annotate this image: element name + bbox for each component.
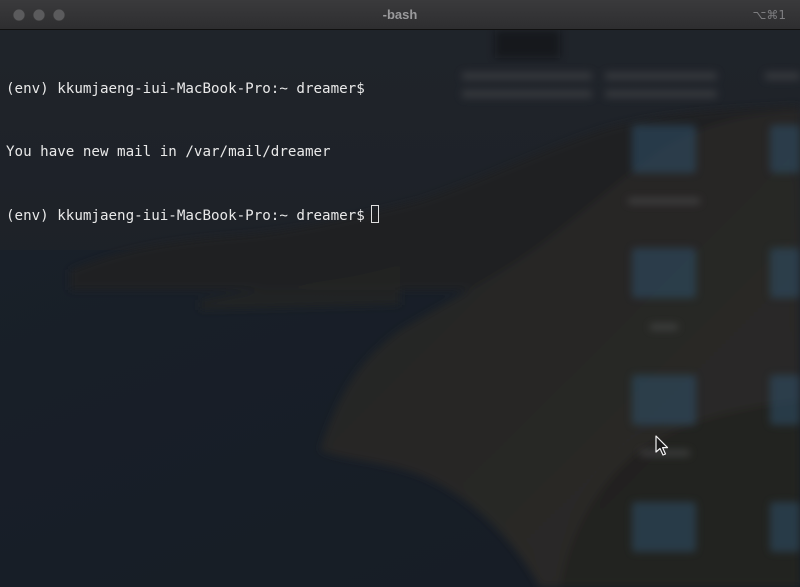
window-title: -bash — [382, 7, 418, 22]
prompt-text: (env) kkumjaeng-iui-MacBook-Pro:~ dreame… — [6, 208, 365, 224]
terminal-line: (env) kkumjaeng-iui-MacBook-Pro:~ dreame… — [6, 79, 379, 100]
window-shortcut: ⌥⌘1 — [752, 8, 786, 22]
terminal-content[interactable]: (env) kkumjaeng-iui-MacBook-Pro:~ dreame… — [0, 30, 800, 587]
output-text: You have new mail in /var/mail/dreamer — [6, 144, 331, 160]
prompt-text: (env) kkumjaeng-iui-MacBook-Pro:~ dreame… — [6, 81, 365, 97]
terminal-output[interactable]: (env) kkumjaeng-iui-MacBook-Pro:~ dreame… — [6, 37, 379, 268]
text-cursor — [370, 205, 379, 223]
title-bar[interactable]: -bash ⌥⌘1 — [0, 0, 800, 30]
terminal-line: (env) kkumjaeng-iui-MacBook-Pro:~ dreame… — [6, 205, 379, 226]
terminal-window: -bash ⌥⌘1 (env) kkumjaeng-iui-MacBook-Pr… — [0, 0, 800, 587]
terminal-line: You have new mail in /var/mail/dreamer — [6, 142, 379, 163]
mouse-pointer-icon — [655, 435, 669, 456]
